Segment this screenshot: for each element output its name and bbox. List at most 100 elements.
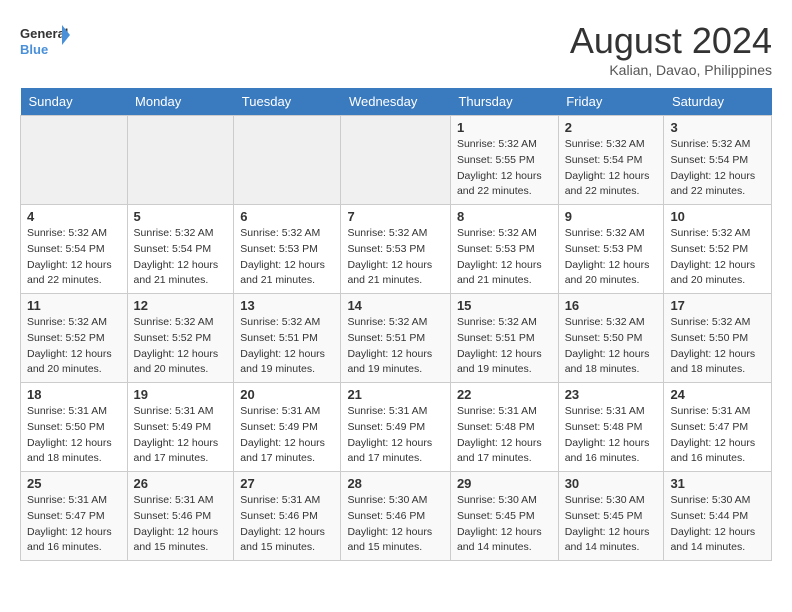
day-number: 26 (134, 476, 228, 491)
calendar-cell: 8 Sunrise: 5:32 AM Sunset: 5:53 PM Dayli… (450, 205, 558, 294)
sunrise-label: Sunrise: 5:32 AM (27, 227, 107, 239)
calendar-cell: 1 Sunrise: 5:32 AM Sunset: 5:55 PM Dayli… (450, 116, 558, 205)
day-info: Sunrise: 5:31 AM Sunset: 5:46 PM Dayligh… (134, 493, 228, 556)
day-number: 31 (670, 476, 765, 491)
weekday-header-monday: Monday (127, 88, 234, 116)
logo-svg: General Blue (20, 20, 70, 65)
day-info: Sunrise: 5:31 AM Sunset: 5:49 PM Dayligh… (240, 404, 334, 467)
sunset-label: Sunset: 5:47 PM (27, 510, 105, 522)
daylight-label: Daylight: 12 hours and 15 minutes. (347, 526, 432, 554)
calendar-cell: 6 Sunrise: 5:32 AM Sunset: 5:53 PM Dayli… (234, 205, 341, 294)
day-number: 2 (565, 120, 658, 135)
sunset-label: Sunset: 5:49 PM (347, 421, 425, 433)
day-number: 28 (347, 476, 444, 491)
day-info: Sunrise: 5:31 AM Sunset: 5:47 PM Dayligh… (670, 404, 765, 467)
calendar-cell: 22 Sunrise: 5:31 AM Sunset: 5:48 PM Dayl… (450, 383, 558, 472)
calendar-cell (234, 116, 341, 205)
day-number: 14 (347, 298, 444, 313)
day-number: 18 (27, 387, 121, 402)
day-info: Sunrise: 5:31 AM Sunset: 5:49 PM Dayligh… (134, 404, 228, 467)
sunrise-label: Sunrise: 5:31 AM (457, 405, 537, 417)
day-info: Sunrise: 5:31 AM Sunset: 5:48 PM Dayligh… (457, 404, 552, 467)
weekday-header-sunday: Sunday (21, 88, 128, 116)
day-number: 11 (27, 298, 121, 313)
day-info: Sunrise: 5:32 AM Sunset: 5:53 PM Dayligh… (457, 226, 552, 289)
calendar-cell (127, 116, 234, 205)
sunrise-label: Sunrise: 5:32 AM (670, 138, 750, 150)
daylight-label: Daylight: 12 hours and 15 minutes. (240, 526, 325, 554)
sunset-label: Sunset: 5:53 PM (457, 243, 535, 255)
calendar-cell: 26 Sunrise: 5:31 AM Sunset: 5:46 PM Dayl… (127, 472, 234, 561)
sunrise-label: Sunrise: 5:32 AM (240, 316, 320, 328)
calendar-cell: 28 Sunrise: 5:30 AM Sunset: 5:46 PM Dayl… (341, 472, 451, 561)
sunrise-label: Sunrise: 5:32 AM (670, 316, 750, 328)
sunrise-label: Sunrise: 5:32 AM (134, 227, 214, 239)
calendar-cell: 9 Sunrise: 5:32 AM Sunset: 5:53 PM Dayli… (558, 205, 664, 294)
day-info: Sunrise: 5:32 AM Sunset: 5:55 PM Dayligh… (457, 137, 552, 200)
daylight-label: Daylight: 12 hours and 15 minutes. (134, 526, 219, 554)
calendar-cell: 27 Sunrise: 5:31 AM Sunset: 5:46 PM Dayl… (234, 472, 341, 561)
daylight-label: Daylight: 12 hours and 20 minutes. (27, 348, 112, 376)
sunrise-label: Sunrise: 5:31 AM (240, 494, 320, 506)
day-info: Sunrise: 5:30 AM Sunset: 5:46 PM Dayligh… (347, 493, 444, 556)
sunset-label: Sunset: 5:50 PM (565, 332, 643, 344)
sunrise-label: Sunrise: 5:31 AM (240, 405, 320, 417)
day-info: Sunrise: 5:31 AM Sunset: 5:46 PM Dayligh… (240, 493, 334, 556)
daylight-label: Daylight: 12 hours and 18 minutes. (27, 437, 112, 465)
day-number: 21 (347, 387, 444, 402)
sunset-label: Sunset: 5:54 PM (134, 243, 212, 255)
weekday-header-friday: Friday (558, 88, 664, 116)
day-info: Sunrise: 5:32 AM Sunset: 5:54 PM Dayligh… (565, 137, 658, 200)
day-info: Sunrise: 5:32 AM Sunset: 5:52 PM Dayligh… (134, 315, 228, 378)
sunset-label: Sunset: 5:48 PM (565, 421, 643, 433)
sunset-label: Sunset: 5:50 PM (27, 421, 105, 433)
day-number: 30 (565, 476, 658, 491)
calendar-cell: 30 Sunrise: 5:30 AM Sunset: 5:45 PM Dayl… (558, 472, 664, 561)
sunset-label: Sunset: 5:55 PM (457, 154, 535, 166)
sunrise-label: Sunrise: 5:31 AM (565, 405, 645, 417)
day-number: 6 (240, 209, 334, 224)
sunrise-label: Sunrise: 5:30 AM (457, 494, 537, 506)
daylight-label: Daylight: 12 hours and 19 minutes. (457, 348, 542, 376)
daylight-label: Daylight: 12 hours and 21 minutes. (347, 259, 432, 287)
daylight-label: Daylight: 12 hours and 18 minutes. (670, 348, 755, 376)
day-number: 17 (670, 298, 765, 313)
day-number: 24 (670, 387, 765, 402)
sunrise-label: Sunrise: 5:32 AM (457, 316, 537, 328)
svg-text:Blue: Blue (20, 42, 48, 57)
day-info: Sunrise: 5:32 AM Sunset: 5:53 PM Dayligh… (565, 226, 658, 289)
calendar-cell: 4 Sunrise: 5:32 AM Sunset: 5:54 PM Dayli… (21, 205, 128, 294)
calendar-cell: 20 Sunrise: 5:31 AM Sunset: 5:49 PM Dayl… (234, 383, 341, 472)
calendar-cell (21, 116, 128, 205)
sunrise-label: Sunrise: 5:31 AM (27, 494, 107, 506)
calendar-cell: 7 Sunrise: 5:32 AM Sunset: 5:53 PM Dayli… (341, 205, 451, 294)
calendar-cell: 31 Sunrise: 5:30 AM Sunset: 5:44 PM Dayl… (664, 472, 772, 561)
weekday-header-tuesday: Tuesday (234, 88, 341, 116)
sunrise-label: Sunrise: 5:32 AM (27, 316, 107, 328)
day-number: 15 (457, 298, 552, 313)
sunrise-label: Sunrise: 5:31 AM (347, 405, 427, 417)
calendar-cell: 5 Sunrise: 5:32 AM Sunset: 5:54 PM Dayli… (127, 205, 234, 294)
calendar-cell: 12 Sunrise: 5:32 AM Sunset: 5:52 PM Dayl… (127, 294, 234, 383)
calendar-cell: 11 Sunrise: 5:32 AM Sunset: 5:52 PM Dayl… (21, 294, 128, 383)
sunset-label: Sunset: 5:49 PM (240, 421, 318, 433)
sunset-label: Sunset: 5:53 PM (347, 243, 425, 255)
day-number: 9 (565, 209, 658, 224)
sunset-label: Sunset: 5:52 PM (134, 332, 212, 344)
day-number: 13 (240, 298, 334, 313)
day-info: Sunrise: 5:31 AM Sunset: 5:49 PM Dayligh… (347, 404, 444, 467)
sunrise-label: Sunrise: 5:30 AM (670, 494, 750, 506)
daylight-label: Daylight: 12 hours and 22 minutes. (27, 259, 112, 287)
week-row-2: 4 Sunrise: 5:32 AM Sunset: 5:54 PM Dayli… (21, 205, 772, 294)
calendar-cell: 16 Sunrise: 5:32 AM Sunset: 5:50 PM Dayl… (558, 294, 664, 383)
day-info: Sunrise: 5:31 AM Sunset: 5:48 PM Dayligh… (565, 404, 658, 467)
sunset-label: Sunset: 5:45 PM (457, 510, 535, 522)
daylight-label: Daylight: 12 hours and 20 minutes. (134, 348, 219, 376)
daylight-label: Daylight: 12 hours and 14 minutes. (670, 526, 755, 554)
sunset-label: Sunset: 5:50 PM (670, 332, 748, 344)
calendar-cell: 10 Sunrise: 5:32 AM Sunset: 5:52 PM Dayl… (664, 205, 772, 294)
day-info: Sunrise: 5:30 AM Sunset: 5:44 PM Dayligh… (670, 493, 765, 556)
daylight-label: Daylight: 12 hours and 22 minutes. (457, 170, 542, 198)
week-row-4: 18 Sunrise: 5:31 AM Sunset: 5:50 PM Dayl… (21, 383, 772, 472)
daylight-label: Daylight: 12 hours and 20 minutes. (565, 259, 650, 287)
